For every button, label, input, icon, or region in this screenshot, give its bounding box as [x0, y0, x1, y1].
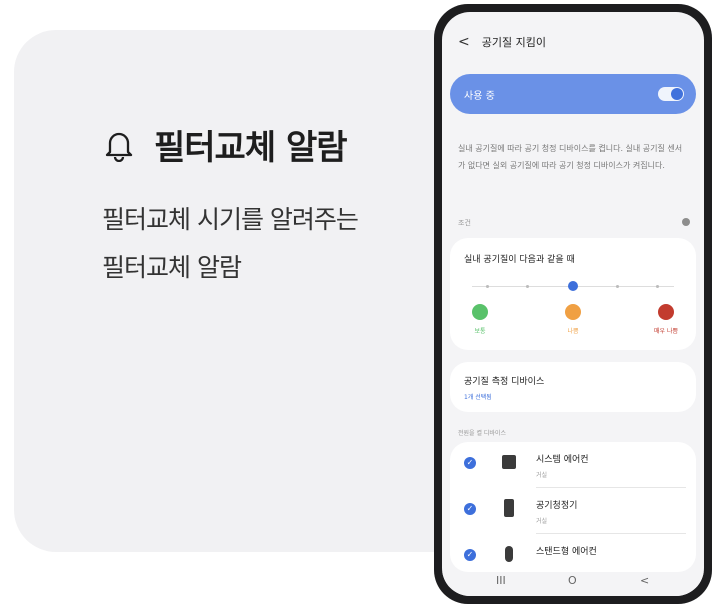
slider-tick [616, 285, 619, 288]
device-name: 공기청정기 [536, 501, 578, 511]
neutral-face-icon [565, 304, 581, 320]
device-item[interactable]: ✓ 시스템 에어컨 거실 [450, 442, 696, 488]
slider-tick [486, 285, 489, 288]
toggle-label: 사용 중 [464, 91, 495, 102]
checkmark-icon[interactable]: ✓ [464, 503, 476, 515]
toggle-switch[interactable] [658, 87, 684, 101]
checkmark-icon[interactable]: ✓ [464, 549, 476, 561]
system-nav-bar: III O < [442, 572, 704, 596]
measure-device-title: 공기질 측정 디바이스 [464, 377, 545, 387]
device-list: ✓ 시스템 에어컨 거실 ✓ 공기청정기 거실 ✓ 스탠드형 에어컨 [450, 442, 696, 572]
level-good-label: 보통 [474, 328, 486, 335]
device-room: 거실 [536, 518, 548, 525]
feature-description: 필터교체 시기를 알려주는 필터교체 알람 [102, 196, 359, 292]
feature-desc-line1: 필터교체 시기를 알려주는 [102, 205, 359, 234]
measure-device-count: 1개 선택됨 [464, 394, 492, 401]
feature-title-row: 필터교체 알람 [102, 120, 348, 169]
phone-frame: < 공기질 지킴이 사용 중 실내 공기질에 따라 공기 청정 디바이스를 켭니… [434, 4, 712, 604]
air-conditioner-icon [502, 455, 516, 469]
device-item[interactable]: ✓ 공기청정기 거실 [450, 488, 696, 534]
devices-section-label: 전원을 켤 디바이스 [458, 430, 506, 437]
slider-tick [526, 285, 529, 288]
recent-apps-icon[interactable]: III [496, 574, 506, 587]
device-name: 스탠드형 에어컨 [536, 547, 597, 557]
device-name: 시스템 에어컨 [536, 455, 589, 465]
smile-face-icon [472, 304, 488, 320]
back-icon[interactable]: < [640, 574, 649, 587]
app-title: 공기질 지킴이 [481, 36, 546, 49]
air-purifier-icon [504, 499, 514, 517]
home-icon[interactable]: O [568, 574, 577, 587]
sad-face-icon [658, 304, 674, 320]
feature-desc-line2: 필터교체 알람 [102, 253, 242, 282]
measure-device-card[interactable]: 공기질 측정 디바이스 1개 선택됨 [450, 362, 696, 412]
air-quality-title: 실내 공기질이 다음과 같을 때 [464, 255, 575, 265]
info-icon[interactable] [682, 218, 690, 226]
condition-row: 조건 [458, 218, 690, 228]
level-very-bad-label: 매우 나쁨 [654, 328, 678, 335]
condition-label: 조건 [458, 219, 471, 227]
level-slider-handle[interactable] [568, 281, 578, 291]
back-chevron-icon[interactable]: < [458, 34, 470, 50]
air-quality-card: 실내 공기질이 다음과 같을 때 보통 나쁨 매우 나쁨 [450, 238, 696, 350]
bell-icon [105, 132, 133, 162]
device-room: 거실 [536, 472, 548, 479]
checkmark-icon[interactable]: ✓ [464, 457, 476, 469]
feature-title: 필터교체 알람 [154, 128, 348, 168]
level-very-bad[interactable]: 매우 나쁨 [636, 304, 696, 335]
level-bad-label: 나쁨 [567, 328, 579, 335]
level-good[interactable]: 보통 [450, 304, 510, 335]
toggle-knob [671, 88, 683, 100]
enable-toggle-bar[interactable]: 사용 중 [450, 74, 696, 114]
feature-help-text: 실내 공기질에 따라 공기 청정 디바이스를 켭니다. 실내 공기질 센서가 없… [458, 144, 683, 170]
phone-screen: < 공기질 지킴이 사용 중 실내 공기질에 따라 공기 청정 디바이스를 켭니… [442, 12, 704, 596]
slider-tick [656, 285, 659, 288]
level-bad[interactable]: 나쁨 [543, 304, 603, 335]
app-header: < 공기질 지킴이 [458, 34, 546, 50]
stand-aircon-icon [505, 546, 513, 562]
